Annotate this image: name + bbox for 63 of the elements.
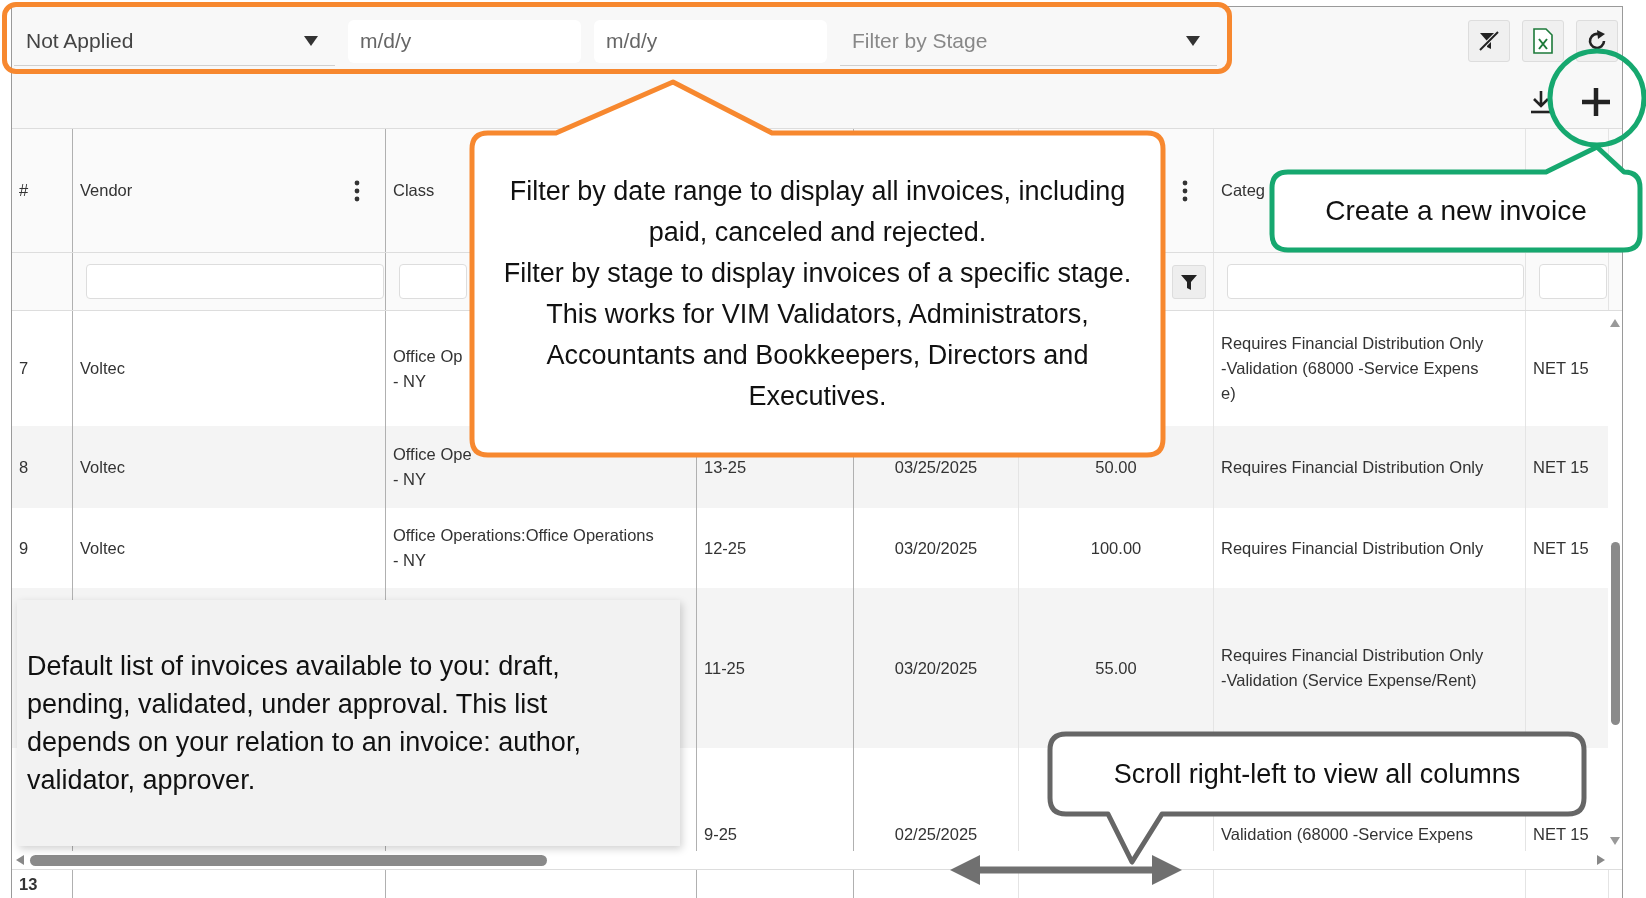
table-cell-text: 12-25: [704, 537, 747, 559]
scroll-down-icon[interactable]: [1610, 837, 1620, 845]
column-header[interactable]: Vendor: [80, 181, 133, 200]
date-field[interactable]: m/d/y: [348, 19, 581, 63]
caret-icon: [1185, 34, 1201, 47]
filter-button[interactable]: [1172, 264, 1206, 299]
export-button[interactable]: [1522, 20, 1564, 62]
table-cell-text: Voltec: [80, 358, 125, 379]
filter-icon: [1180, 272, 1198, 291]
more-icon[interactable]: [354, 179, 360, 202]
row-count: 13: [19, 875, 38, 894]
table-cell-text: NET 15: [1533, 537, 1589, 559]
table-cell-text: Requires Financial Distribution Only: [1221, 537, 1484, 559]
scroll-right-icon[interactable]: [1597, 855, 1605, 865]
table-cell-text: 03/20/2025: [894, 537, 978, 559]
table-cell-text: 11-25: [704, 657, 745, 679]
column-header[interactable]: #: [19, 181, 29, 200]
scrollbar-thumb[interactable]: [1610, 542, 1620, 725]
table-cell-text: Requires Financial Distribution Only: [1221, 456, 1484, 478]
column-header[interactable]: Categ: [1221, 181, 1266, 200]
table-cell-text: 8: [19, 456, 29, 478]
table-cell-text: NET 15: [1533, 823, 1589, 845]
table-cell-text: Requires Financial Distribution Only -Validation (Service Expense/Rent): [1221, 645, 1484, 691]
table-cell-text: 50.00: [1095, 456, 1137, 478]
table-cell-text: 9: [19, 537, 29, 559]
spreadsheet-icon: [1533, 28, 1553, 54]
status-select[interactable]: Not Applied: [14, 16, 335, 66]
table-cell-text: NET 15: [1533, 358, 1589, 379]
scroll-left-icon[interactable]: [16, 855, 24, 865]
more-icon[interactable]: [1182, 179, 1188, 202]
table-cell-text: Office Ope - NY: [393, 444, 472, 490]
table-cell-text: 7: [19, 358, 29, 379]
table-cell-text: Office Operations:Office Operations - NY: [393, 525, 654, 571]
callout-text: Create a new invoice: [1325, 194, 1587, 228]
filter-field[interactable]: [1227, 264, 1524, 299]
table-cell-text: NET 15: [1533, 456, 1589, 478]
callout-text: Scroll right-left to view all columns: [1113, 758, 1521, 791]
table-cell-text: 02/25/2025: [894, 823, 978, 845]
table-cell-text: Requires Financial Distribution Only -Validation (68000 -Service Expens e): [1221, 333, 1484, 404]
table-cell-text: 13-25: [704, 456, 747, 478]
callout-text: Filter by date range to display all invoices, including paid, canceled and rejected. Filter by stage to display invoices of a specific stage. This works for VIM Validators, Administrators, Accountants and Bookkeepers, Directors and Executives.: [502, 175, 1133, 413]
filter-field[interactable]: [1539, 264, 1607, 299]
table-cell-text: 9-25: [704, 823, 738, 845]
clear-filter-button[interactable]: [1468, 20, 1510, 62]
plus-icon: [1580, 85, 1612, 118]
table-cell-text: 55.00: [1095, 657, 1137, 679]
clear-filter-icon: [1477, 29, 1501, 53]
filter-field[interactable]: [399, 264, 467, 299]
table-cell-text: Voltec: [80, 456, 125, 478]
table-cell-text: Voltec: [80, 537, 125, 559]
table-cell-text: Office Op - NY: [393, 345, 463, 392]
filter-field[interactable]: [86, 264, 384, 299]
table-cell-text: 03/20/2025: [894, 657, 978, 679]
note-text: Default list of invoices available to you: draft, pending, validated, under approval. This list depends on your relation to an invoice: author, validator, approver.: [27, 650, 582, 797]
download-icon[interactable]: [1529, 88, 1553, 115]
column-header[interactable]: Class: [393, 181, 435, 200]
caret-icon: [303, 34, 319, 47]
date-field[interactable]: m/d/y: [594, 19, 827, 63]
scroll-up-icon[interactable]: [1610, 319, 1620, 327]
table-cell-text: 100.00: [1090, 537, 1142, 559]
table-cell-text: Validation (68000 -Service Expens: [1221, 823, 1473, 845]
scrollbar-thumb[interactable]: [30, 854, 547, 866]
table-cell-text: 03/25/2025: [894, 456, 978, 478]
